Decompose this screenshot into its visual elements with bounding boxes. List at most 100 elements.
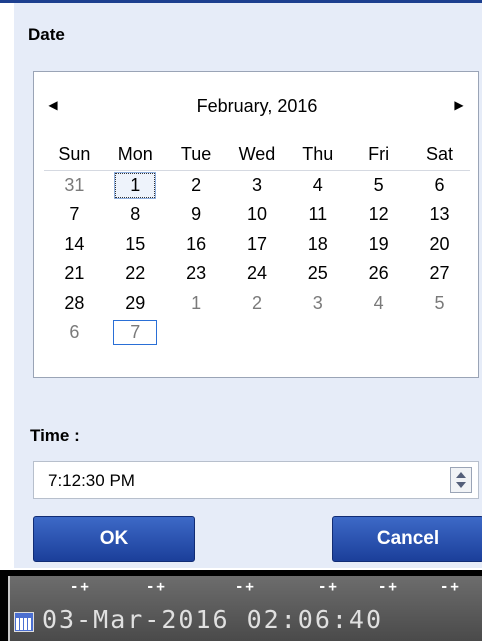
day-cell[interactable]: 4 — [287, 171, 348, 201]
week-row: 31 1 2 3 4 5 6 — [44, 171, 470, 201]
next-month-icon[interactable]: ▶ — [452, 98, 466, 112]
day-number: 26 — [368, 263, 389, 284]
date-time-dialog: Date ◀ February, 2016 ▶ Sun Mon Tue Wed Thu F… — [14, 3, 482, 568]
stepper-minute[interactable]: -+ — [378, 580, 399, 594]
day-cell[interactable]: 2 — [166, 171, 227, 201]
day-cell[interactable]: 7 — [44, 200, 105, 230]
day-cell[interactable]: 31 — [44, 171, 105, 201]
day-number: 5 — [434, 292, 445, 313]
day-cell[interactable]: 3 — [227, 171, 288, 201]
day-cell[interactable]: 14 — [44, 230, 105, 260]
day-cell[interactable]: 10 — [227, 200, 288, 230]
day-number: 16 — [186, 233, 207, 254]
day-number: 27 — [429, 263, 450, 284]
day-cell[interactable]: 3 — [287, 289, 348, 319]
calendar: ◀ February, 2016 ▶ Sun Mon Tue Wed Thu Fri Sat… — [33, 71, 479, 378]
day-cell[interactable]: 11 — [287, 200, 348, 230]
day-number: 24 — [246, 263, 267, 284]
day-cell[interactable]: 16 — [166, 230, 227, 260]
time-label: Time : — [30, 426, 80, 445]
stepper-year[interactable]: -+ — [235, 580, 256, 594]
week-row: 28 29 1 2 3 4 5 — [44, 289, 470, 319]
day-number: 9 — [191, 204, 202, 225]
day-cell[interactable]: 6 — [409, 171, 470, 201]
day-number: 6 — [69, 322, 80, 343]
day-cell[interactable]: 12 — [348, 200, 409, 230]
day-cell[interactable]: 25 — [287, 259, 348, 289]
week-row: 14 15 16 17 18 19 20 — [44, 230, 470, 260]
prev-month-icon[interactable]: ◀ — [46, 98, 60, 112]
clock-bar: -+ -+ -+ -+ -+ -+ 03-Mar-2016 02:06:40 — [8, 576, 482, 641]
day-cell[interactable]: 20 — [409, 230, 470, 260]
month-title: February, 2016 — [196, 96, 318, 116]
day-number: 2 — [251, 292, 262, 313]
day-cell-today[interactable]: 7 — [105, 318, 166, 348]
day-cell[interactable]: 29 — [105, 289, 166, 319]
stepper-day[interactable]: -+ — [70, 580, 91, 594]
day-number: 3 — [312, 292, 323, 313]
time-value: 7:12:30 PM — [48, 471, 135, 490]
day-number: 11 — [308, 204, 328, 225]
day-number: 29 — [125, 292, 146, 313]
day-number: 18 — [307, 233, 328, 254]
cancel-button[interactable]: Cancel — [332, 516, 482, 562]
time-spinner[interactable] — [450, 467, 472, 493]
day-number: 3 — [251, 174, 262, 195]
day-number: 7 — [69, 204, 80, 225]
day-cell[interactable]: 28 — [44, 289, 105, 319]
stepper-month[interactable]: -+ — [146, 580, 167, 594]
time-input[interactable]: 7:12:30 PM — [33, 461, 479, 499]
day-number: 23 — [186, 263, 207, 284]
weekday-label: Wed — [238, 144, 276, 165]
stepper-hour[interactable]: -+ — [318, 580, 339, 594]
day-number: 5 — [373, 174, 384, 195]
day-number: 1 — [114, 171, 157, 199]
day-cell[interactable]: 21 — [44, 259, 105, 289]
calendar-icon[interactable] — [14, 612, 34, 632]
day-cell[interactable]: 17 — [227, 230, 288, 260]
day-cell[interactable]: 5 — [409, 289, 470, 319]
day-cell[interactable]: 19 — [348, 230, 409, 260]
weekday-label: Tue — [180, 144, 212, 165]
stepper-second[interactable]: -+ — [440, 580, 461, 594]
weekday-label: Sat — [425, 144, 453, 165]
day-number: 19 — [368, 233, 389, 254]
day-cell[interactable]: 5 — [348, 171, 409, 201]
day-number: 2 — [191, 174, 202, 195]
day-cell[interactable]: 6 — [44, 318, 105, 348]
day-cell[interactable]: 1 — [166, 289, 227, 319]
weekday-label: Mon — [117, 144, 153, 165]
day-cell[interactable]: 22 — [105, 259, 166, 289]
day-number: 25 — [307, 263, 328, 284]
day-cell[interactable]: 4 — [348, 289, 409, 319]
day-cell[interactable]: 27 — [409, 259, 470, 289]
day-number: 4 — [312, 174, 323, 195]
day-number: 1 — [191, 292, 202, 313]
day-number: 10 — [246, 204, 267, 225]
weekday-label: Sun — [58, 144, 91, 165]
day-cell[interactable]: 13 — [409, 200, 470, 230]
day-cell[interactable]: 23 — [166, 259, 227, 289]
day-cell[interactable]: 15 — [105, 230, 166, 260]
taskbar: -+ -+ -+ -+ -+ -+ 03-Mar-2016 02:06:40 — [0, 570, 482, 641]
day-number: 13 — [429, 204, 450, 225]
day-cell[interactable]: 24 — [227, 259, 288, 289]
day-number: 20 — [429, 233, 450, 254]
day-number: 8 — [130, 204, 141, 225]
day-number: 14 — [64, 233, 85, 254]
day-cell[interactable]: 2 — [227, 289, 288, 319]
week-row: 67 — [44, 318, 470, 348]
ok-button[interactable]: OK — [33, 516, 195, 562]
day-cell-selected[interactable]: 1 — [105, 171, 166, 201]
day-number: 4 — [373, 292, 384, 313]
spin-up-icon[interactable] — [456, 472, 466, 478]
day-cell[interactable]: 8 — [105, 200, 166, 230]
weekday-label: Fri — [368, 144, 390, 165]
day-cell[interactable]: 18 — [287, 230, 348, 260]
day-number: 12 — [368, 204, 389, 225]
day-cell[interactable]: 26 — [348, 259, 409, 289]
day-number: 28 — [64, 292, 85, 313]
spin-down-icon[interactable] — [456, 482, 466, 488]
datetime-display: 03-Mar-2016 02:06:40 — [42, 605, 384, 634]
day-cell[interactable]: 9 — [166, 200, 227, 230]
